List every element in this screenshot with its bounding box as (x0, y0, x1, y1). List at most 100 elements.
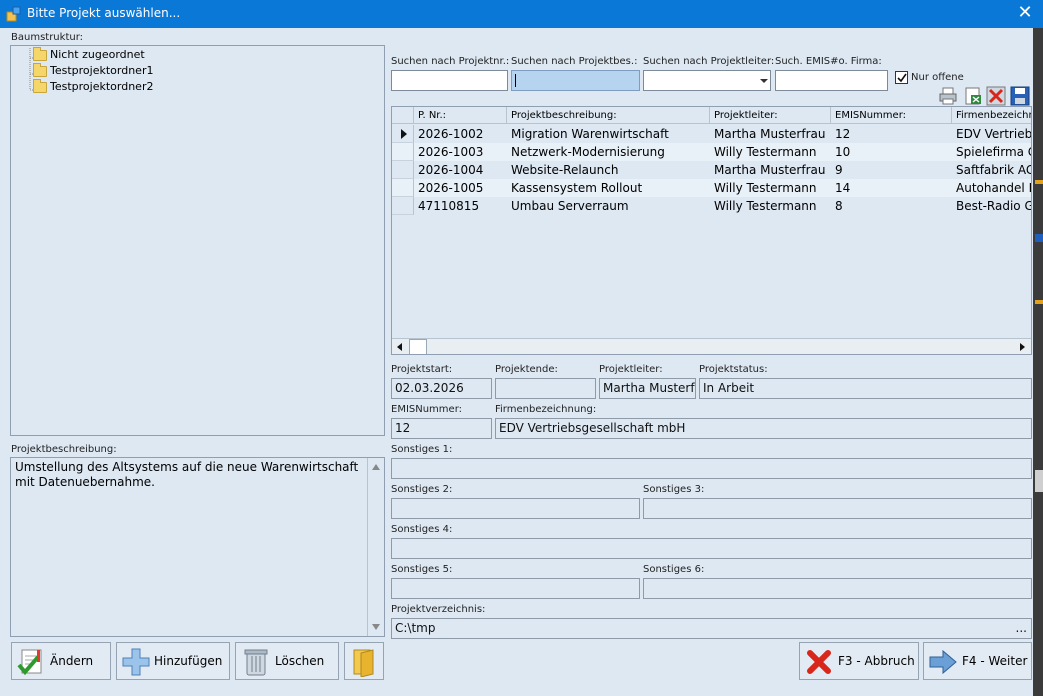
sonstiges1-field[interactable] (391, 458, 1032, 479)
table-row[interactable]: 2026-1004 Website-Relaunch Martha Muster… (392, 161, 1031, 179)
sonstiges4-field[interactable] (391, 538, 1032, 559)
projektstart-field[interactable]: 02.03.2026 (391, 378, 492, 399)
cell-beschreibung: Migration Warenwirtschaft (511, 127, 669, 141)
cancel-x-icon (807, 650, 831, 674)
title-bar[interactable]: Bitte Projekt auswählen... ✕ (0, 0, 1043, 28)
col-header-emis[interactable]: EMISNummer: (831, 107, 952, 124)
row-header[interactable] (392, 161, 414, 179)
description-label: Projektbeschreibung: (11, 444, 117, 455)
sonstiges5-field[interactable] (391, 578, 640, 599)
row-header[interactable] (392, 143, 414, 161)
projektende-field[interactable] (495, 378, 596, 399)
col-header-nr[interactable]: P. Nr.: (414, 107, 507, 124)
scroll-thumb[interactable] (409, 339, 427, 354)
sonstiges3-label: Sonstiges 3: (643, 484, 705, 495)
sonstiges2-field[interactable] (391, 498, 640, 519)
cell-emis: 12 (835, 127, 851, 141)
table-row[interactable]: 2026-1003 Netzwerk-Modernisierung Willy … (392, 143, 1031, 161)
folder-icon (33, 46, 47, 61)
background-edge-mark (1035, 234, 1043, 242)
delete-x-icon[interactable] (986, 86, 1006, 106)
search-nr-label: Suchen nach Projektnr.: (391, 56, 510, 67)
open-folder-button[interactable] (344, 642, 384, 680)
emis-label: EMISNummer: (391, 404, 463, 415)
projektverzeichnis-label: Projektverzeichnis: (391, 604, 486, 615)
cell-nr: 2026-1003 (418, 145, 484, 159)
grid-corner (392, 107, 414, 124)
cell-beschreibung: Netzwerk-Modernisierung (511, 145, 665, 159)
description-scrollbar[interactable] (367, 458, 384, 636)
scroll-down-icon[interactable] (372, 624, 380, 630)
nur-offene-checkbox[interactable] (895, 71, 908, 84)
cell-firma: Best-Radio Gm (956, 199, 1031, 213)
background-edge-mark (1035, 470, 1043, 492)
loeschen-label: Löschen (275, 654, 325, 668)
scroll-up-icon[interactable] (372, 464, 380, 470)
projektstatus-field[interactable]: In Arbeit (699, 378, 1032, 399)
tree-item-testprojektordner1[interactable]: Testprojektordner1 (33, 62, 153, 80)
sonstiges5-label: Sonstiges 5: (391, 564, 453, 575)
col-header-leiter[interactable]: Projektleiter: (710, 107, 831, 124)
search-beschr-label: Suchen nach Projektbes.: (511, 56, 638, 67)
export-excel-icon[interactable] (963, 86, 983, 106)
projektverzeichnis-field[interactable]: C:\tmp ... (391, 618, 1032, 639)
weiter-button[interactable]: F4 - Weiter (923, 642, 1032, 680)
tree-panel[interactable]: Nicht zugeordnet Testprojektordner1 Test… (10, 45, 385, 436)
search-leiter-select[interactable] (643, 70, 771, 91)
print-icon[interactable] (938, 86, 958, 106)
abbruch-button[interactable]: F3 - Abbruch (799, 642, 919, 680)
row-header[interactable] (392, 125, 414, 143)
firma-label: Firmenbezeichnung: (495, 404, 597, 415)
arrow-right-icon (929, 649, 957, 675)
dropdown-button[interactable] (756, 71, 771, 90)
window-title: Bitte Projekt auswählen... (27, 6, 181, 20)
close-button[interactable]: ✕ (1010, 2, 1040, 26)
grid-horizontal-scrollbar[interactable] (392, 338, 1031, 354)
scroll-right-icon[interactable] (1020, 343, 1025, 351)
cell-leiter: Willy Testermann (714, 145, 817, 159)
cell-nr: 2026-1002 (418, 127, 484, 141)
search-beschr-input[interactable] (511, 70, 640, 91)
cell-beschreibung: Website-Relaunch (511, 163, 619, 177)
save-icon[interactable] (1010, 86, 1030, 106)
scroll-left-icon[interactable] (397, 343, 402, 351)
projektleiter-field[interactable]: Martha Musterfr (599, 378, 696, 399)
cell-leiter: Willy Testermann (714, 181, 817, 195)
col-header-beschreibung[interactable]: Projektbeschreibung: (507, 107, 710, 124)
sonstiges3-field[interactable] (643, 498, 1032, 519)
sonstiges6-label: Sonstiges 6: (643, 564, 705, 575)
loeschen-button[interactable]: Löschen (235, 642, 339, 680)
col-header-firma[interactable]: Firmenbezeichn (952, 107, 1031, 124)
browse-button[interactable]: ... (1016, 621, 1027, 635)
current-row-icon (401, 129, 407, 139)
sonstiges6-field[interactable] (643, 578, 1032, 599)
projektverzeichnis-value: C:\tmp (395, 621, 436, 635)
table-row[interactable]: 2026-1005 Kassensystem Rollout Willy Tes… (392, 179, 1031, 197)
row-header[interactable] (392, 179, 414, 197)
folder-icon (33, 78, 47, 93)
cell-firma: EDV Vertriebsg (956, 127, 1032, 141)
cell-beschreibung: Umbau Serverraum (511, 199, 629, 213)
tree-item-testprojektordner2[interactable]: Testprojektordner2 (33, 78, 153, 96)
hinzufuegen-button[interactable]: Hinzufügen (116, 642, 230, 680)
search-leiter-label: Suchen nach Projektleiter: (643, 56, 775, 67)
table-row[interactable]: 47110815 Umbau Serverraum Willy Testerma… (392, 197, 1031, 215)
project-grid[interactable]: P. Nr.: Projektbeschreibung: Projektleit… (391, 106, 1032, 355)
cell-firma: Spielefirma Gr (956, 145, 1031, 159)
table-row[interactable]: 2026-1002 Migration Warenwirtschaft Mart… (392, 125, 1032, 143)
row-header[interactable] (392, 197, 414, 215)
tree-item-nicht-zugeordnet[interactable]: Nicht zugeordnet (33, 46, 145, 64)
search-emis-input[interactable] (775, 70, 888, 91)
emis-field[interactable]: 12 (391, 418, 492, 439)
cell-beschreibung: Kassensystem Rollout (511, 181, 643, 195)
projektleiter-label: Projektleiter: (599, 364, 663, 375)
cell-leiter: Willy Testermann (714, 199, 817, 213)
description-box[interactable]: Umstellung des Altsystems auf die neue W… (10, 457, 385, 637)
weiter-label: F4 - Weiter (962, 654, 1028, 668)
app-icon (6, 6, 21, 22)
aendern-button[interactable]: Ändern (11, 642, 111, 680)
search-nr-input[interactable] (391, 70, 508, 91)
firma-field[interactable]: EDV Vertriebsgesellschaft mbH (495, 418, 1032, 439)
cell-nr: 2026-1005 (418, 181, 484, 195)
cell-leiter: Martha Musterfrau (714, 127, 826, 141)
